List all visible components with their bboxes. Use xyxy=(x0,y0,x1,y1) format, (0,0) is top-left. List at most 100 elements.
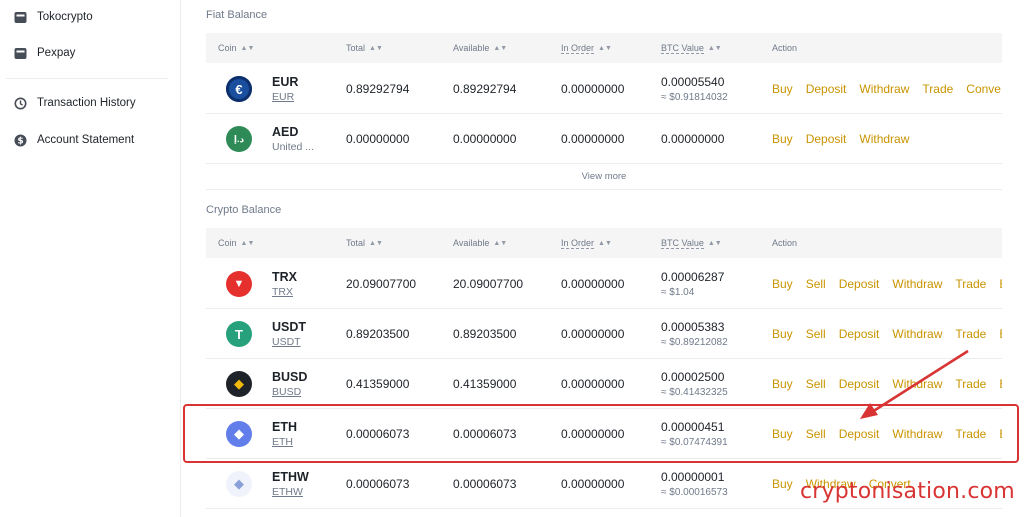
coin-glyph: ▼ xyxy=(233,278,245,290)
col-available[interactable]: Available ▲▼ xyxy=(453,33,507,63)
sort-icon: ▲▼ xyxy=(240,239,255,247)
action-withdraw-link[interactable]: Withdraw xyxy=(892,327,942,341)
sidebar-item-label: Account Statement xyxy=(37,134,135,146)
total-value: 20.09007700 xyxy=(346,277,417,291)
col-total[interactable]: Total ▲▼ xyxy=(346,33,383,63)
col-label: Total xyxy=(346,43,366,53)
coin-glyph: ◆ xyxy=(234,376,244,391)
action-sell-link[interactable]: Sell xyxy=(806,327,826,341)
usd-value: ≈ $0.41432325 xyxy=(661,387,728,398)
col-in-order[interactable]: In Order ▲▼ xyxy=(561,33,612,63)
action-trade-link[interactable]: Trade xyxy=(955,327,986,341)
coin-cell[interactable]: AED United ... xyxy=(272,114,314,164)
total-value: 0.41359000 xyxy=(346,377,410,391)
btc-value-cell: 0.00006287 ≈ $1.04 xyxy=(661,259,724,309)
coin-icon: € xyxy=(226,76,252,102)
crypto-balance-title: Crypto Balance xyxy=(206,204,282,216)
sort-icon: ▲▼ xyxy=(369,239,383,247)
col-label: Action xyxy=(772,238,798,248)
in-order-cell: 0.00000000 xyxy=(561,309,624,359)
action-withdraw-link[interactable]: Withdraw xyxy=(859,132,909,146)
btc-value: 0.00005383 xyxy=(661,320,725,334)
sidebar-item-pexpay[interactable]: Pexpay xyxy=(14,43,75,63)
action-buy-link[interactable]: Buy xyxy=(772,377,793,391)
col-label: Action xyxy=(772,43,798,53)
btc-value-cell: 0.00002500 ≈ $0.41432325 xyxy=(661,359,728,409)
view-more-link[interactable]: View more xyxy=(206,164,1002,190)
table-header: Coin ▲▼ Total ▲▼ Available ▲▼ In Order ▲▼ BT… xyxy=(206,33,1002,63)
coin-cell[interactable]: BUSD BUSD xyxy=(272,359,307,409)
in-order-value: 0.00000000 xyxy=(561,277,625,291)
col-btc-value[interactable]: BTC Value ▲▼ xyxy=(661,228,722,258)
col-label: In Order xyxy=(561,42,595,54)
action-withdraw-link[interactable]: Withdraw xyxy=(859,82,909,96)
col-label: Total xyxy=(346,238,366,248)
sidebar-item-label: Tokocrypto xyxy=(37,11,93,23)
sidebar-item-label: Pexpay xyxy=(37,47,76,59)
action-sell-link[interactable]: Sell xyxy=(806,377,826,391)
coin-icon: د.إ xyxy=(226,126,252,152)
action-deposit-link[interactable]: Deposit xyxy=(806,82,847,96)
action-links: Buy Deposit Withdraw Trade Conve xyxy=(772,64,1002,114)
btc-value: 0.00000000 xyxy=(661,132,725,146)
col-label: Available xyxy=(453,238,490,248)
coin-symbol: EUR xyxy=(272,75,299,89)
btc-value: 0.00005540 xyxy=(661,75,725,89)
col-coin[interactable]: Coin ▲▼ xyxy=(218,33,254,63)
in-order-cell: 0.00000000 xyxy=(561,64,624,114)
available-value: 0.89292794 xyxy=(453,82,517,96)
col-action: Action xyxy=(772,228,797,258)
btc-value-cell: 0.00000001 ≈ $0.00016573 xyxy=(661,459,728,509)
col-coin[interactable]: Coin ▲▼ xyxy=(218,228,254,258)
total-cell: 0.00000000 xyxy=(346,114,409,164)
action-buy-link[interactable]: Buy xyxy=(772,132,793,146)
action-conve-link[interactable]: Conve xyxy=(966,82,1001,96)
action-ea-link[interactable]: Ea xyxy=(999,327,1002,341)
coin-symbol: BUSD xyxy=(272,370,308,384)
col-available[interactable]: Available ▲▼ xyxy=(453,228,507,258)
col-label: Coin xyxy=(218,43,237,53)
in-order-value: 0.00000000 xyxy=(561,377,625,391)
action-ea-link[interactable]: Ea xyxy=(999,377,1002,391)
coin-cell[interactable]: USDT USDT xyxy=(272,309,306,359)
col-in-order[interactable]: In Order ▲▼ xyxy=(561,228,612,258)
col-total[interactable]: Total ▲▼ xyxy=(346,228,383,258)
sidebar-item-tokocrypto[interactable]: Tokocrypto xyxy=(14,7,93,27)
sidebar-item-transaction-history[interactable]: Transaction History xyxy=(14,93,136,113)
total-value: 0.89203500 xyxy=(346,327,410,341)
coin-glyph: د.إ xyxy=(233,133,245,144)
action-deposit-link[interactable]: Deposit xyxy=(839,327,880,341)
action-trade-link[interactable]: Trade xyxy=(922,82,953,96)
usd-value: ≈ $0.91814032 xyxy=(661,92,728,103)
available-cell: 0.89292794 xyxy=(453,64,516,114)
in-order-cell: 0.00000000 xyxy=(561,259,624,309)
available-value: 0.41359000 xyxy=(453,377,517,391)
col-btc-value[interactable]: BTC Value ▲▼ xyxy=(661,33,722,63)
coin-cell[interactable]: EUR EUR xyxy=(272,64,298,114)
action-ea-link[interactable]: Ea xyxy=(999,277,1002,291)
total-cell: 0.41359000 xyxy=(346,359,409,409)
action-deposit-link[interactable]: Deposit xyxy=(806,132,847,146)
action-buy-link[interactable]: Buy xyxy=(772,477,793,491)
action-buy-link[interactable]: Buy xyxy=(772,327,793,341)
col-label: Coin xyxy=(218,238,237,248)
action-deposit-link[interactable]: Deposit xyxy=(839,277,880,291)
in-order-cell: 0.00000000 xyxy=(561,459,624,509)
total-cell: 0.00006073 xyxy=(346,459,409,509)
action-trade-link[interactable]: Trade xyxy=(955,277,986,291)
sort-icon: ▲▼ xyxy=(493,239,508,247)
in-order-cell: 0.00000000 xyxy=(561,114,624,164)
sort-icon: ▲▼ xyxy=(598,44,612,52)
in-order-value: 0.00000000 xyxy=(561,327,625,341)
coin-cell[interactable]: ETHW ETHW xyxy=(272,459,309,509)
col-label: BTC Value xyxy=(661,237,704,249)
action-sell-link[interactable]: Sell xyxy=(806,277,826,291)
coin-cell[interactable]: TRX TRX xyxy=(272,259,297,309)
action-withdraw-link[interactable]: Withdraw xyxy=(892,277,942,291)
sidebar-item-account-statement[interactable]: $ Account Statement xyxy=(14,130,134,150)
col-label: In Order xyxy=(561,237,595,249)
action-buy-link[interactable]: Buy xyxy=(772,277,793,291)
btc-value: 0.00006287 xyxy=(661,270,725,284)
in-order-value: 0.00000000 xyxy=(561,82,625,96)
action-buy-link[interactable]: Buy xyxy=(772,82,793,96)
